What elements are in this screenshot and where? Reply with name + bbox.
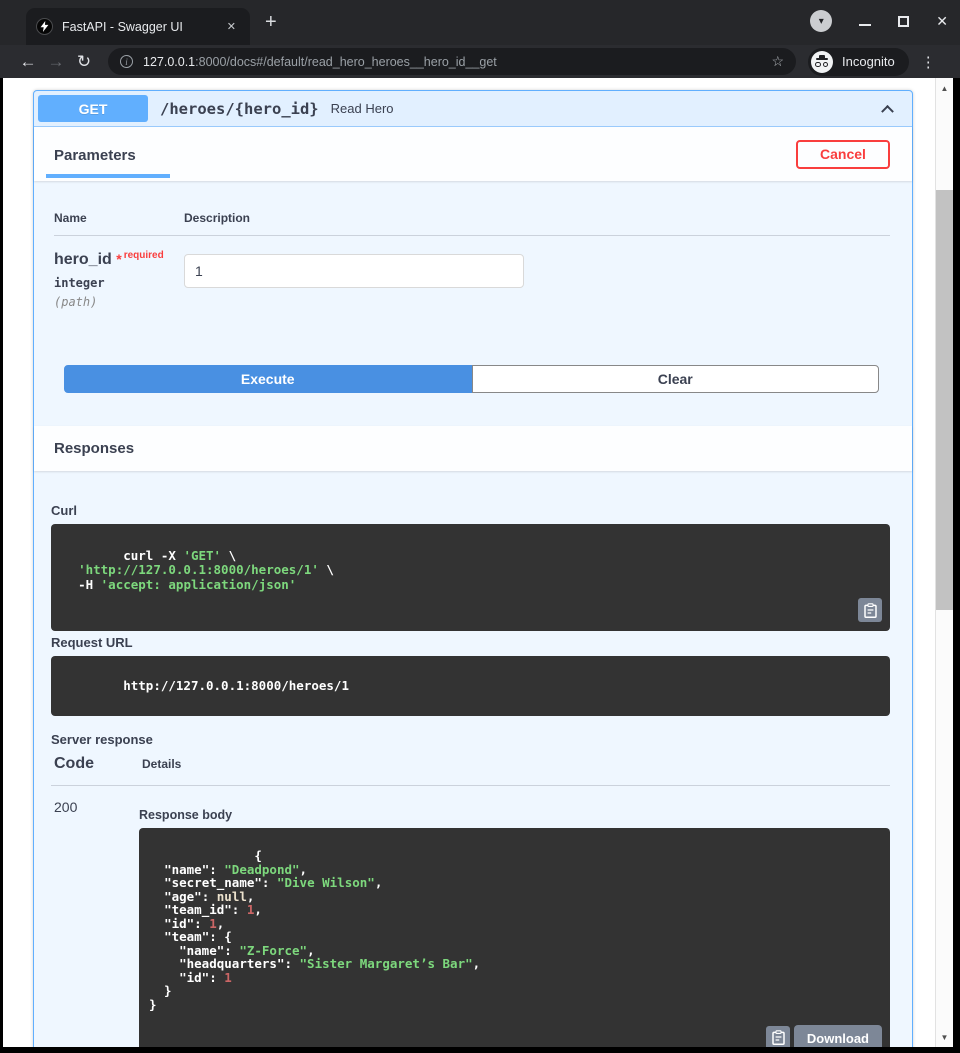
clipboard-icon [772,1030,785,1045]
name-column-header: Name [54,211,184,225]
scrollbar-thumb[interactable] [936,190,953,610]
parameter-type: integer [54,276,184,290]
tab-title: FastAPI - Swagger UI [62,20,223,34]
response-body-json: { "name": "Deadpond", "secret_name": "Di… [149,848,480,1012]
copy-response-button[interactable] [766,1026,790,1048]
responses-section-header: Responses [34,426,912,471]
response-details-cell: Response body { "name": "Deadpond", "sec… [139,799,890,1048]
curl-command: curl -X 'GET' \ 'http://127.0.0.1:8000/h… [63,548,334,592]
parameter-location: (path) [54,295,184,309]
hero-id-input[interactable] [184,254,524,288]
code-column-header: Code [54,755,142,773]
scroll-down-icon[interactable]: ▼ [936,1029,953,1045]
response-row: 200 Response body { "name": "Deadpond", … [51,786,890,1048]
page-scrollbar[interactable]: ▲ ▼ [935,78,953,1047]
parameter-value-cell [184,250,890,309]
scroll-up-icon[interactable]: ▲ [936,80,953,96]
required-asterisk: * [116,251,121,267]
address-bar[interactable]: i 127.0.0.1:8000/docs#/default/read_hero… [108,48,796,75]
parameter-row: hero_id *required integer (path) [54,236,890,309]
required-label: required [124,250,164,261]
cancel-button[interactable]: Cancel [796,140,890,169]
request-url-block: http://127.0.0.1:8000/heroes/1 [51,656,890,716]
clear-button[interactable]: Clear [472,365,880,393]
method-badge: GET [38,95,148,122]
forward-icon[interactable]: → [42,52,70,72]
new-tab-icon[interactable]: + [265,12,277,32]
close-window-icon[interactable]: ✕ [936,14,948,28]
execute-button[interactable]: Execute [64,365,472,393]
url-path: :8000/docs#/default/read_hero_heroes__he… [195,55,497,69]
curl-label: Curl [51,503,890,518]
parameters-table-header: Name Description [54,205,890,236]
tab-parameters[interactable]: Parameters [46,130,170,178]
response-body-label: Response body [139,808,890,822]
details-column-header: Details [142,757,890,771]
window-menu-icon[interactable]: ▾ [810,10,832,32]
server-response-label: Server response [51,732,890,747]
operation-block-get-hero: GET /heroes/{hero_id} Read Hero Paramete… [33,90,913,1047]
status-code: 200 [51,799,139,1048]
parameters-header: Parameters Cancel [34,127,912,181]
fastapi-favicon-icon [36,18,53,35]
server-response-table: Code Details 200 Response body { "name":… [51,755,890,1048]
back-icon[interactable]: ← [14,52,42,72]
minimize-icon[interactable] [859,24,871,26]
request-url-label: Request URL [51,635,890,650]
operation-summary[interactable]: GET /heroes/{hero_id} Read Hero [34,91,912,127]
parameter-name-cell: hero_id *required integer (path) [54,250,184,309]
page-content: GET /heroes/{hero_id} Read Hero Paramete… [3,78,935,1047]
parameters-table: Name Description hero_id *required integ… [54,205,890,309]
clipboard-icon [864,603,877,618]
incognito-icon [811,51,833,73]
response-body-block: { "name": "Deadpond", "secret_name": "Di… [139,828,890,1048]
parameters-area: Name Description hero_id *required integ… [34,181,912,426]
copy-curl-button[interactable] [858,598,882,622]
bookmark-star-icon[interactable]: ☆ [771,53,784,70]
responses-body: Curl curl -X 'GET' \ 'http://127.0.0.1:8… [34,471,912,1047]
close-tab-icon[interactable]: ✕ [223,18,240,35]
response-table-header: Code Details [51,755,890,786]
request-url-value: http://127.0.0.1:8000/heroes/1 [123,678,349,693]
incognito-badge: Incognito [808,48,909,76]
operation-summary-text: Read Hero [331,101,394,116]
responses-title: Responses [54,440,134,457]
operation-path: /heroes/{hero_id} [160,100,319,118]
execute-row: Execute Clear [34,365,912,393]
site-info-icon[interactable]: i [120,55,133,68]
maximize-icon[interactable] [898,16,909,27]
parameter-name: hero_id [54,251,112,268]
curl-command-block: curl -X 'GET' \ 'http://127.0.0.1:8000/h… [51,524,890,631]
url-text[interactable]: 127.0.0.1:8000/docs#/default/read_hero_h… [143,55,763,69]
url-host: 127.0.0.1 [143,55,195,69]
reload-icon[interactable]: ↻ [70,52,98,72]
download-button[interactable]: Download [794,1025,882,1048]
collapse-chevron-icon[interactable] [881,105,894,118]
browser-tab[interactable]: FastAPI - Swagger UI ✕ [26,8,250,45]
browser-menu-icon[interactable]: ⋮ [921,53,936,71]
description-column-header: Description [184,211,890,225]
incognito-label: Incognito [842,54,895,69]
browser-toolbar: ← → ↻ i 127.0.0.1:8000/docs#/default/rea… [0,45,960,78]
browser-titlebar: FastAPI - Swagger UI ✕ + ▾ ✕ [0,0,960,45]
